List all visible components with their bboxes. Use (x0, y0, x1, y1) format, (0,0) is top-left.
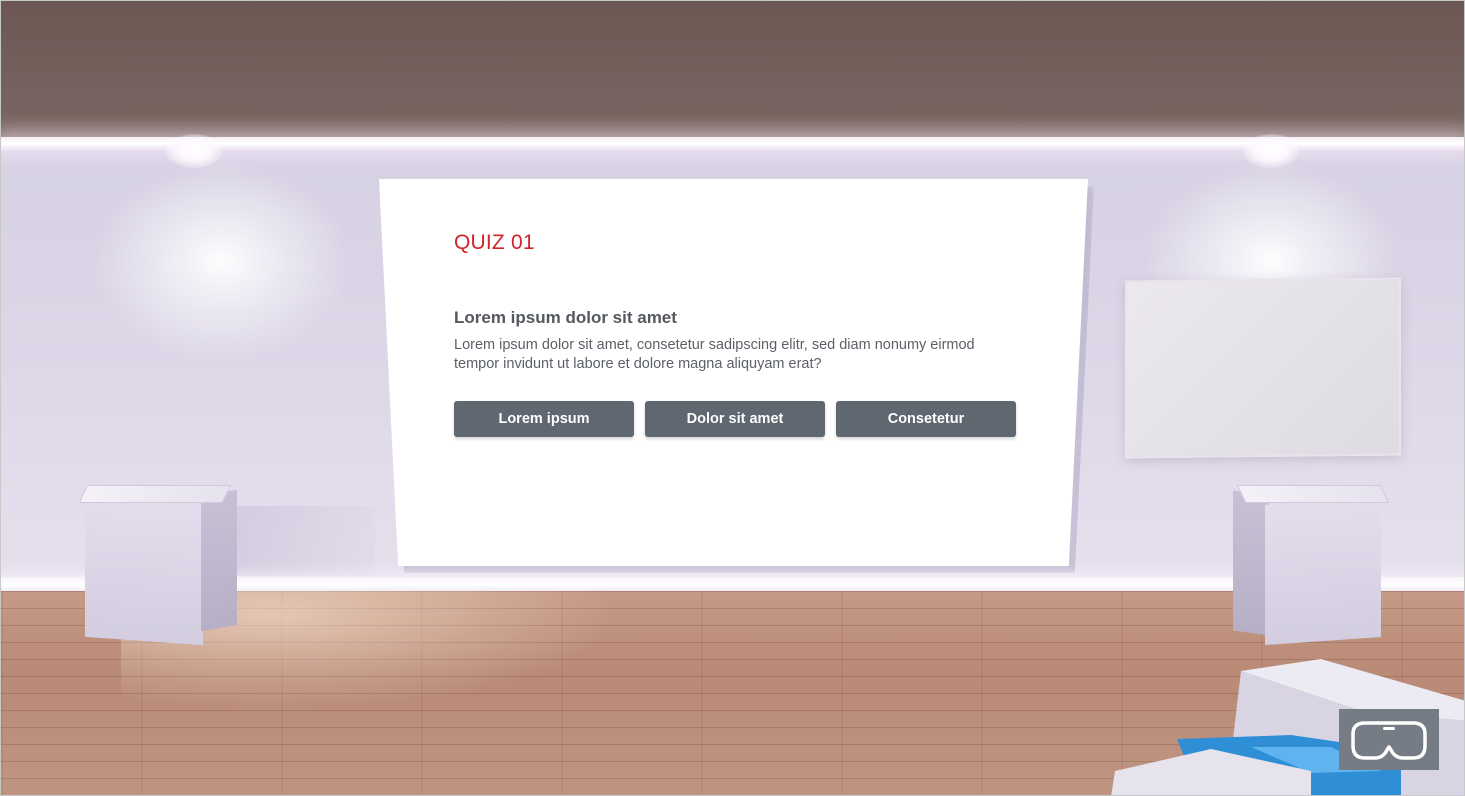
vr-mode-button[interactable] (1339, 709, 1439, 770)
ceiling-spotlight-left (166, 134, 222, 168)
pedestal-right-front (1265, 496, 1381, 646)
vr-headset-icon (1351, 720, 1427, 760)
quiz-card: QUIZ 01 Lorem ipsum dolor sit amet Lorem… (379, 179, 1088, 566)
pedestal-right[interactable] (1229, 481, 1390, 646)
quiz-question-title: Lorem ipsum dolor sit amet (454, 308, 677, 327)
quiz-question-text: Lorem ipsum dolor sit amet, consetetur s… (454, 337, 975, 372)
pedestal-left[interactable] (78, 481, 241, 646)
pedestal-right-side (1233, 490, 1269, 636)
answer-button-2[interactable]: Dolor sit amet (645, 401, 825, 437)
answer-button-1[interactable]: Lorem ipsum (454, 401, 634, 437)
ceiling (1, 1, 1464, 143)
vr-room-scene: QUIZ 01 Lorem ipsum dolor sit amet Lorem… (0, 0, 1465, 796)
pedestal-left-top (78, 485, 232, 503)
quiz-label: QUIZ 01 (454, 231, 535, 254)
quiz-answer-group: Lorem ipsum Dolor sit amet Consetetur (454, 401, 1016, 437)
wall-display-panel (1125, 277, 1401, 459)
pedestal-left-side (201, 489, 237, 632)
pedestal-left-front (85, 496, 203, 646)
wall-shadow (233, 506, 375, 576)
answer-button-3[interactable]: Consetetur (836, 401, 1016, 437)
ceiling-spotlight-right (1243, 134, 1299, 168)
wall-light-left (81, 151, 361, 371)
pedestal-right-top (1236, 485, 1390, 503)
